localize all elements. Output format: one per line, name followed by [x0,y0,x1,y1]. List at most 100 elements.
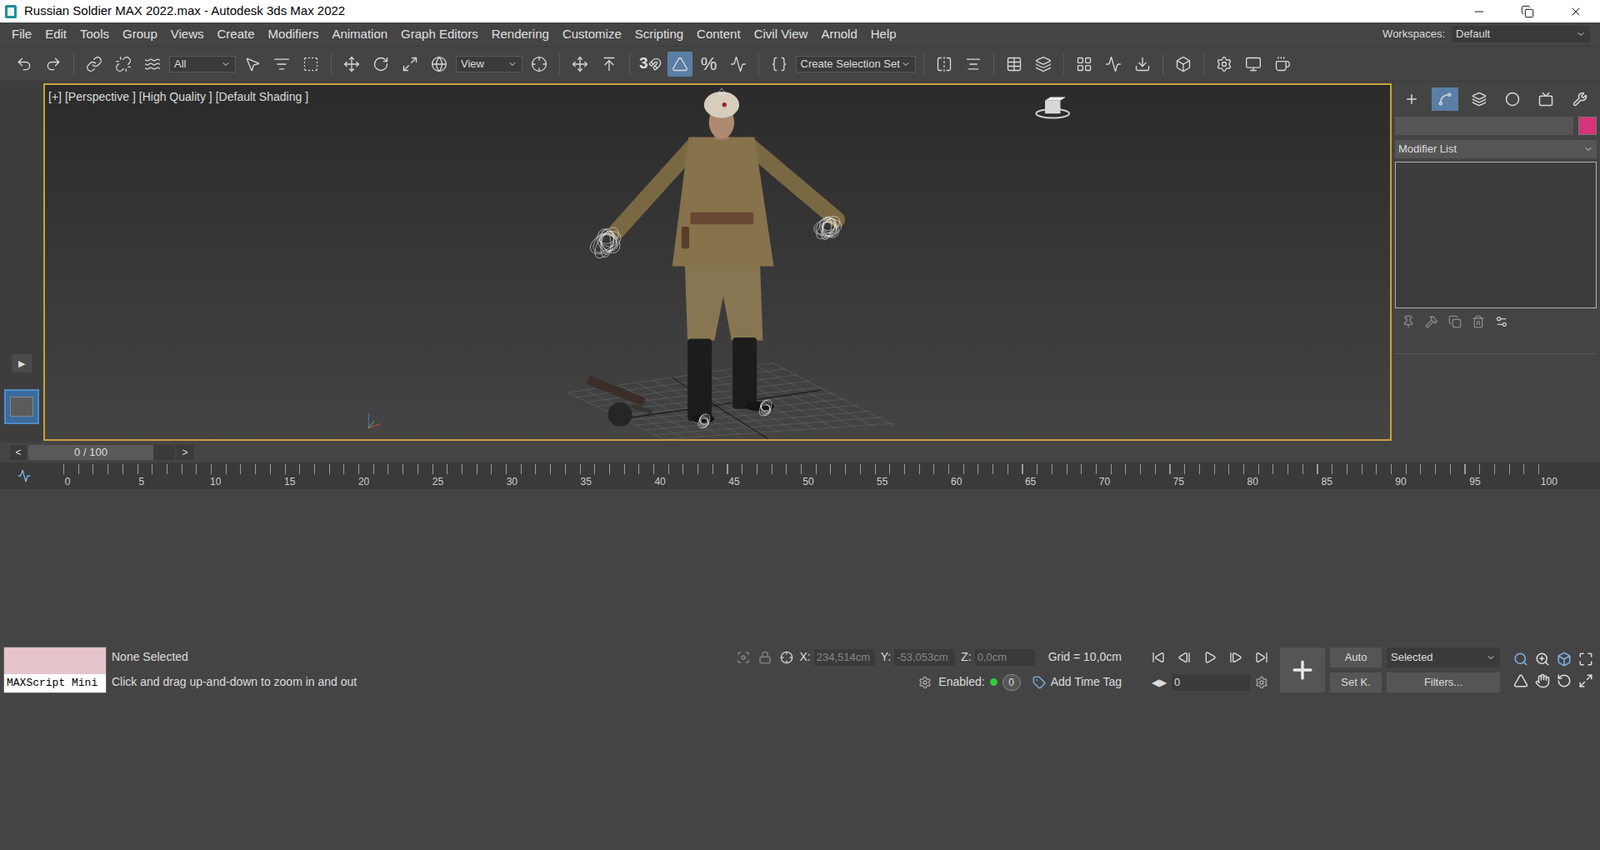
viewport-label[interactable]: [Default Shading ] [215,88,309,106]
maxscript-listener[interactable]: MAXScript Mini [3,646,107,694]
enabled-indicator[interactable] [990,678,998,686]
time-slider-prev[interactable]: < [10,445,27,460]
zoom-all-icon[interactable] [1535,651,1550,667]
key-mode-icon[interactable]: ◀▶ [1151,675,1167,690]
menu-item[interactable]: Content [690,25,748,45]
command-panel-tab[interactable] [1532,87,1560,111]
move-button[interactable] [339,51,365,77]
minimize-button[interactable] [1455,0,1504,23]
selection-filter-dropdown[interactable]: All [169,55,236,73]
time-slider-thumb[interactable]: 0 / 100 [28,445,154,460]
auto-key-button[interactable]: Auto [1330,647,1382,668]
show-end-result-icon[interactable] [1425,315,1439,329]
snap-toggle-button[interactable]: 3 [637,51,664,77]
viewport-layout-button[interactable] [4,389,40,425]
zoom-extents-all-icon[interactable] [1578,651,1594,667]
undo-button[interactable] [11,51,37,77]
next-frame-icon[interactable] [1229,650,1243,665]
select-by-name-button[interactable] [269,51,295,77]
modifier-stack[interactable] [1395,161,1597,309]
menu-item[interactable]: File [5,25,39,45]
remove-modifier-icon[interactable] [1471,315,1485,329]
adaptive-degradation-icon[interactable] [918,675,932,690]
menu-item[interactable]: Rendering [485,25,556,45]
material-editor-button[interactable] [1170,51,1196,77]
enabled-value[interactable]: 0 [1002,674,1021,691]
redo-button[interactable] [40,51,66,77]
make-unique-icon[interactable] [1448,315,1462,329]
time-tag-icon[interactable] [1032,675,1046,690]
edit-named-selection-button[interactable] [766,51,792,77]
scale-button[interactable] [397,51,423,77]
add-time-tag[interactable]: Add Time Tag [1050,673,1122,691]
selection-lock-icon[interactable] [758,650,772,665]
coordinate-field[interactable]: -53,053cm [894,649,955,666]
coordinate-field[interactable]: 234,514cm [814,649,875,666]
field-of-view-icon[interactable] [1513,673,1529,689]
menu-item[interactable]: Arnold [814,25,864,45]
object-name-field[interactable] [1395,116,1574,135]
place-button[interactable] [426,51,452,77]
zoom-extents-icon[interactable] [1556,651,1572,667]
curve-editor-button[interactable] [1100,51,1126,77]
pivot-center-button[interactable] [526,51,552,77]
menu-item[interactable]: Edit [38,25,74,45]
menu-item[interactable]: Civil View [747,25,815,45]
viewport-label[interactable]: [High Quality ] [139,88,213,106]
angle-snap-button[interactable] [667,51,693,77]
play-icon[interactable] [1203,650,1217,665]
coordinate-field[interactable]: 0,0cm [975,649,1035,666]
align-button[interactable] [960,51,986,77]
pan-icon[interactable] [1535,673,1550,689]
render-production-button[interactable] [1270,51,1295,77]
absolute-mode-icon[interactable] [780,650,794,665]
menu-item[interactable]: Graph Editors [394,25,485,45]
mirror-button[interactable] [931,51,957,77]
current-frame-field[interactable]: 0 [1171,674,1250,691]
command-panel-tab[interactable] [1431,87,1459,111]
isolate-selection-icon[interactable] [736,650,750,665]
viewport-label[interactable]: [Perspective ] [65,88,136,106]
key-filters-button[interactable]: Filters... [1386,672,1500,693]
menu-item[interactable]: Scripting [628,25,690,45]
track-bar-ticks[interactable] [63,464,1554,475]
percent-snap-button[interactable]: % [696,51,722,77]
schematic-view-button[interactable] [1130,51,1155,77]
menu-item[interactable]: Animation [325,25,395,45]
command-panel-tab[interactable] [1465,87,1493,111]
menu-item[interactable]: Modifiers [261,25,326,45]
menu-item[interactable]: Help [864,25,904,45]
maximize-viewport-icon[interactable] [1578,673,1594,689]
time-configuration-icon[interactable] [1255,675,1269,690]
reference-coordinate-dropdown[interactable]: View [455,55,523,73]
rotate-button[interactable] [368,51,394,77]
go-to-end-icon[interactable] [1255,650,1269,665]
command-panel-tab[interactable] [1398,87,1425,111]
time-slider-next[interactable]: > [176,445,194,460]
command-panel-tab[interactable] [1566,87,1594,111]
go-to-start-icon[interactable] [1151,650,1165,665]
keyboard-shortcut-button[interactable] [596,51,622,77]
bind-space-warp-button[interactable] [140,51,165,77]
render-setup-button[interactable] [1211,51,1237,77]
restore-button[interactable] [1503,0,1552,23]
layer-explorer-button[interactable] [1030,51,1056,77]
orbit-icon[interactable] [1556,673,1572,689]
close-button[interactable] [1551,0,1600,23]
menu-item[interactable]: Tools [73,25,116,45]
manipulate-button[interactable] [567,51,593,77]
selection-set-dropdown[interactable]: Create Selection Set [795,55,916,73]
scene-explorer-button[interactable] [1001,51,1027,77]
rendered-frame-window-button[interactable] [1240,51,1266,77]
workspaces-dropdown[interactable]: Default [1451,25,1590,43]
zoom-icon[interactable] [1513,651,1529,667]
pin-stack-icon[interactable] [1401,315,1415,329]
expand-button[interactable]: ▶ [11,354,32,373]
menu-item[interactable]: Group [115,25,165,45]
set-key-big-button[interactable] [1280,647,1325,693]
curve-editor-toggle-icon[interactable] [17,469,31,483]
unlink-button[interactable] [110,51,136,77]
object-color-swatch[interactable] [1578,116,1597,135]
spinner-snap-button[interactable] [725,51,751,77]
set-key-button[interactable]: Set K. [1330,672,1382,693]
